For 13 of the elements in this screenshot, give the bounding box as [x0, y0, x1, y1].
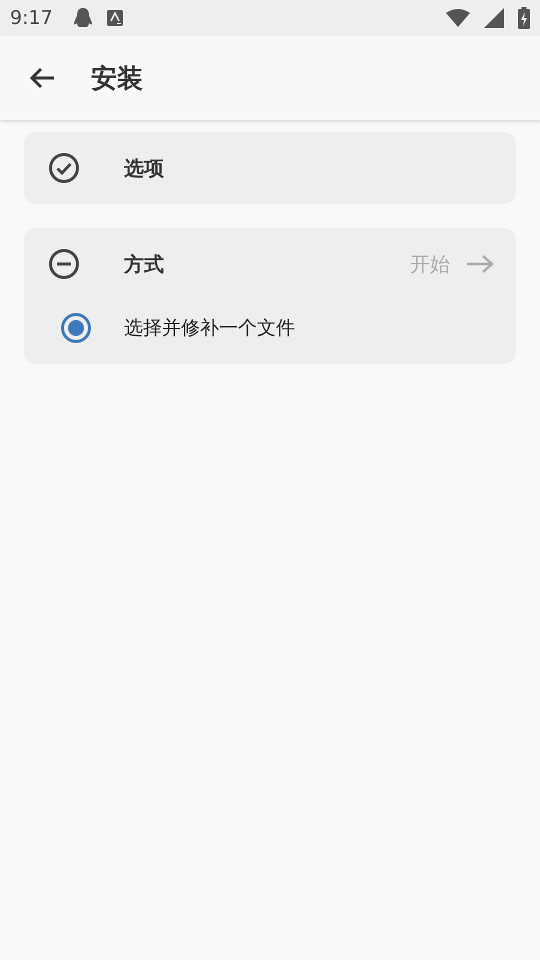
wifi-icon [446, 8, 470, 28]
arrow-icon [466, 254, 494, 274]
keyboard-icon [106, 10, 123, 26]
penguin-icon [72, 7, 93, 29]
signal-icon [484, 8, 504, 28]
radio-button[interactable] [60, 312, 92, 344]
option-label: 选择并修补一个文件 [124, 316, 295, 341]
battery-icon [518, 7, 530, 29]
start-button[interactable]: 开始 [410, 250, 494, 278]
page-title: 安装 [91, 62, 143, 96]
step-title: 选项 [124, 154, 165, 182]
status-time: 9:17 [10, 7, 53, 29]
step-title: 方式 [124, 250, 165, 278]
